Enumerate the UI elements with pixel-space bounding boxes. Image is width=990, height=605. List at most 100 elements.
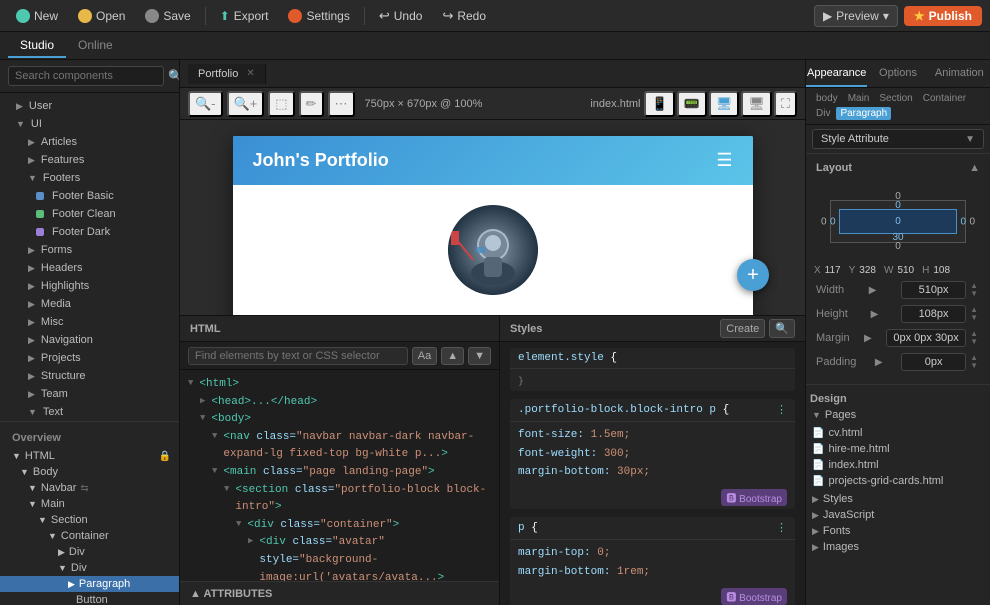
export-button[interactable]: ⬆ Export xyxy=(212,6,277,26)
zoom-out-button[interactable]: 🔍- xyxy=(188,91,223,117)
preview-button[interactable]: ▶ Preview ▾ xyxy=(814,5,898,27)
tree-item-div2[interactable]: ▼ Div xyxy=(0,560,179,576)
tab-online[interactable]: Online xyxy=(66,34,125,58)
sidebar-item-footer-dark[interactable]: Footer Dark xyxy=(0,223,179,241)
sidebar-item-structure[interactable]: ▶ Structure xyxy=(0,367,179,385)
bc-div[interactable]: Div xyxy=(812,107,834,120)
new-button[interactable]: New xyxy=(8,6,66,26)
tree-item-button[interactable]: Button xyxy=(0,592,179,605)
close-icon[interactable]: ✕ xyxy=(246,68,254,79)
padding-down-button[interactable]: ▼ xyxy=(968,362,980,370)
margin-input[interactable] xyxy=(886,329,966,347)
javascript-arrow-icon: ▶ xyxy=(812,510,819,521)
sidebar-item-user[interactable]: ▶ User xyxy=(0,97,179,115)
sidebar-item-footer-clean[interactable]: Footer Clean xyxy=(0,205,179,223)
sidebar-item-features[interactable]: ▶ Features xyxy=(0,151,179,169)
layout-toggle[interactable]: ▲ xyxy=(969,162,980,174)
save-button[interactable]: Save xyxy=(137,6,198,26)
create-style-button[interactable]: Create xyxy=(720,319,765,338)
tab-studio[interactable]: Studio xyxy=(8,34,66,58)
undo-button[interactable]: ↩ Undo xyxy=(371,5,431,27)
up-button[interactable]: ▲ xyxy=(441,347,464,365)
tree-item-navbar[interactable]: ▼ Navbar ⇆ xyxy=(0,480,179,496)
sidebar-item-forms[interactable]: ▶ Forms xyxy=(0,241,179,259)
tree-item-body[interactable]: ▼ Body xyxy=(0,464,179,480)
sidebar-item-projects[interactable]: ▶ Projects xyxy=(0,349,179,367)
aa-button[interactable]: Aa xyxy=(412,347,437,365)
styles-group[interactable]: ▶ Styles xyxy=(806,491,990,507)
bc-container[interactable]: Container xyxy=(919,92,970,105)
tablet-device-button[interactable]: 📟 xyxy=(677,91,707,117)
sidebar-item-misc[interactable]: ▶ Misc xyxy=(0,313,179,331)
file-tab-portfolio[interactable]: Portfolio ✕ xyxy=(188,64,266,84)
tree-item-section[interactable]: ▼ Section xyxy=(0,512,179,528)
html-search-input[interactable] xyxy=(188,347,408,365)
style-menu-icon[interactable]: ⋮ xyxy=(776,521,787,535)
style-menu-icon[interactable]: ⋮ xyxy=(776,403,787,417)
arrow-icon: ▼ xyxy=(16,119,25,129)
tree-item-paragraph[interactable]: ▶ Paragraph xyxy=(0,576,179,592)
page-item-hire-me[interactable]: 📄 hire-me.html xyxy=(806,441,990,457)
sidebar-item-team[interactable]: ▶ Team xyxy=(0,385,179,403)
zoom-in-button[interactable]: 🔍+ xyxy=(227,91,265,117)
settings-button[interactable]: Settings xyxy=(280,6,357,26)
sidebar-item-text[interactable]: ▼ Text xyxy=(0,403,179,421)
search-input[interactable] xyxy=(8,66,164,86)
tree-item-html[interactable]: ▼ HTML 🔒 xyxy=(0,448,179,464)
height-down-button[interactable]: ▼ xyxy=(968,314,980,322)
more-tools[interactable]: ⋯ xyxy=(328,91,355,117)
tree-item-container[interactable]: ▼ Container xyxy=(0,528,179,544)
bc-body[interactable]: body xyxy=(812,92,842,105)
select-tool[interactable]: ⬚ xyxy=(268,91,294,117)
search-icon[interactable]: 🔍 xyxy=(168,69,180,83)
tab-options[interactable]: Options xyxy=(867,60,928,87)
tree-item-main[interactable]: ▼ Main xyxy=(0,496,179,512)
sidebar-item-highlights[interactable]: ▶ Highlights xyxy=(0,277,179,295)
attributes-panel-header: ▲ ATTRIBUTES xyxy=(180,581,499,605)
page-item-cv[interactable]: 📄 cv.html xyxy=(806,425,990,441)
open-button[interactable]: Open xyxy=(70,6,133,26)
style-block-portfolio: .portfolio-block.block-intro p { ⋮ font-… xyxy=(510,399,795,509)
padding-input[interactable] xyxy=(901,353,966,371)
draw-tool[interactable]: ✏ xyxy=(299,91,324,117)
down-button[interactable]: ▼ xyxy=(468,347,491,365)
page-item-index[interactable]: 📄 index.html xyxy=(806,457,990,473)
mobile-device-button[interactable]: 📱 xyxy=(644,91,674,117)
height-input[interactable] xyxy=(901,305,966,323)
sidebar-item-ui[interactable]: ▼ UI xyxy=(0,115,179,133)
sidebar-item-navigation[interactable]: ▶ Navigation xyxy=(0,331,179,349)
bc-paragraph[interactable]: Paragraph xyxy=(836,107,891,120)
page-item-projects[interactable]: 📄 projects-grid-cards.html xyxy=(806,473,990,489)
margin-down-button[interactable]: ▼ xyxy=(968,338,980,346)
fab-button[interactable]: + xyxy=(737,259,769,291)
sidebar-item-articles[interactable]: ▶ Articles xyxy=(0,133,179,151)
fullscreen-device-button[interactable]: ⛶ xyxy=(774,91,797,117)
style-attribute-dropdown[interactable]: Style Attribute ▼ xyxy=(812,129,984,149)
separator xyxy=(205,7,206,25)
bc-section[interactable]: Section xyxy=(875,92,916,105)
tab-animation[interactable]: Animation xyxy=(929,60,990,87)
tab-appearance[interactable]: Appearance xyxy=(806,60,867,87)
width-down-button[interactable]: ▼ xyxy=(968,290,980,298)
device-buttons: 📱 📟 🖥 🖥 ⛶ xyxy=(644,91,797,117)
breadcrumb: body Main Section Container Div Paragrap… xyxy=(806,88,990,125)
undo-icon: ↩ xyxy=(379,8,390,24)
redo-button[interactable]: ↪ Redo xyxy=(434,5,494,27)
width-input[interactable] xyxy=(901,281,966,299)
fonts-group[interactable]: ▶ Fonts xyxy=(806,523,990,539)
desktop-device-button[interactable]: 🖥 xyxy=(709,91,740,117)
sidebar-item-footer-basic[interactable]: Footer Basic xyxy=(0,187,179,205)
tree-item-div1[interactable]: ▶ Div xyxy=(0,544,179,560)
search-style-button[interactable]: 🔍 xyxy=(769,319,795,338)
pages-group[interactable]: ▼ Pages xyxy=(806,407,990,423)
h-value: 108 xyxy=(933,265,950,276)
images-group[interactable]: ▶ Images xyxy=(806,539,990,555)
sidebar-item-footers[interactable]: ▼ Footers xyxy=(0,169,179,187)
publish-button[interactable]: ★ Publish xyxy=(904,6,982,26)
sidebar-item-headers[interactable]: ▶ Headers xyxy=(0,259,179,277)
style-body: font-size: 1.5em; font-weight: 300; marg… xyxy=(510,422,795,486)
bc-main[interactable]: Main xyxy=(844,92,874,105)
widescreen-device-button[interactable]: 🖥 xyxy=(741,91,772,117)
javascript-group[interactable]: ▶ JavaScript xyxy=(806,507,990,523)
sidebar-item-media[interactable]: ▶ Media xyxy=(0,295,179,313)
